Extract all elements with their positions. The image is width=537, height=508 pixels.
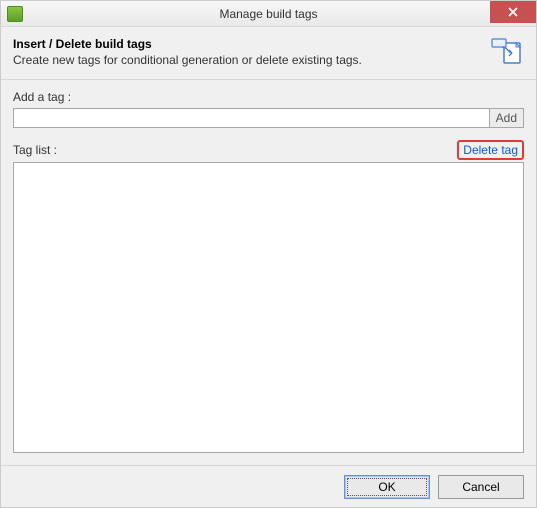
tags-document-icon <box>490 37 524 65</box>
titlebar: Manage build tags <box>1 1 536 27</box>
add-tag-label: Add a tag : <box>13 90 524 104</box>
taglist-header-row: Tag list : Delete tag <box>13 140 524 160</box>
add-tag-row: Add <box>13 108 524 128</box>
header-description: Create new tags for conditional generati… <box>13 53 482 67</box>
ok-button[interactable]: OK <box>344 475 430 499</box>
add-tag-input[interactable] <box>13 108 490 128</box>
delete-tag-button[interactable]: Delete tag <box>457 140 524 160</box>
window-title: Manage build tags <box>1 7 536 21</box>
header-title: Insert / Delete build tags <box>13 37 482 51</box>
dialog-body: Add a tag : Add Tag list : Delete tag <box>1 80 536 465</box>
dialog-header: Insert / Delete build tags Create new ta… <box>1 27 536 80</box>
cancel-button[interactable]: Cancel <box>438 475 524 499</box>
taglist-box[interactable] <box>13 162 524 453</box>
taglist-label: Tag list : <box>13 143 57 157</box>
dialog-footer: OK Cancel <box>1 465 536 507</box>
manage-build-tags-dialog: Manage build tags Insert / Delete build … <box>0 0 537 508</box>
add-button[interactable]: Add <box>490 108 524 128</box>
